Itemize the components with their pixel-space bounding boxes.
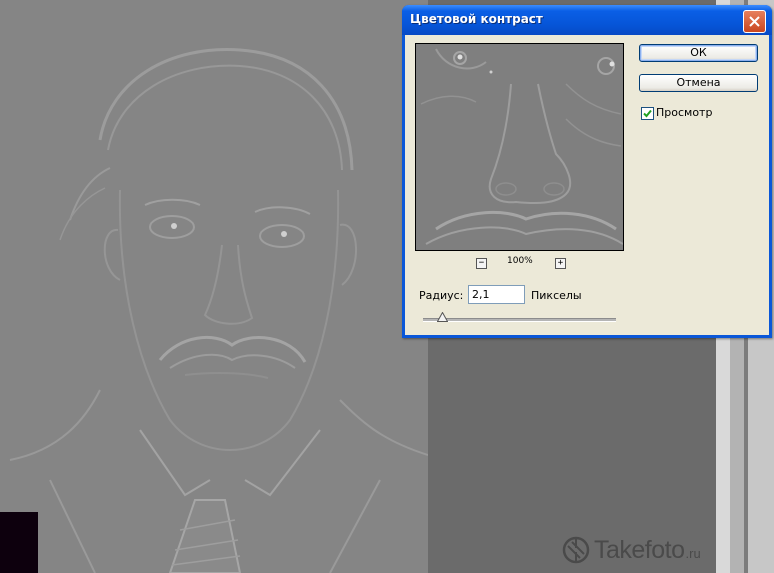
close-button[interactable] xyxy=(743,10,766,33)
cancel-button[interactable]: Отмена xyxy=(639,74,758,92)
dialog-title: Цветовой контраст xyxy=(410,12,543,26)
filter-preview-window[interactable] xyxy=(415,43,624,251)
preview-checkbox-label[interactable]: Просмотр xyxy=(656,106,712,119)
zoom-out-button[interactable]: − xyxy=(476,258,487,269)
dark-corner-region xyxy=(0,512,38,573)
radius-slider-thumb[interactable] xyxy=(436,312,448,322)
radius-unit-label: Пикселы xyxy=(531,289,582,302)
zoom-level: 100% xyxy=(507,256,533,266)
radius-slider-track[interactable] xyxy=(423,318,616,322)
color-contrast-dialog: Цветовой контраст − 100% + ОК Отмена Про… xyxy=(402,5,772,338)
radius-label: Радиус: xyxy=(419,289,464,302)
dialog-body: − 100% + ОК Отмена Просмотр Радиус: 2,1 … xyxy=(405,35,769,335)
dialog-title-bar[interactable]: Цветовой контраст xyxy=(402,5,772,35)
close-icon xyxy=(749,16,760,27)
zoom-controls: − 100% + xyxy=(415,256,624,270)
watermark: Takefoto .ru xyxy=(562,532,701,568)
watermark-suffix: .ru xyxy=(685,545,701,561)
plus-icon: + xyxy=(557,258,564,268)
checkmark-icon xyxy=(643,109,652,118)
preview-checkbox[interactable] xyxy=(641,107,654,120)
ok-button[interactable]: ОК xyxy=(639,44,758,62)
zoom-in-button[interactable]: + xyxy=(555,258,566,269)
highpass-portrait-image xyxy=(0,0,428,573)
document-canvas xyxy=(0,0,428,573)
takefoto-logo-icon xyxy=(562,536,590,564)
preview-image xyxy=(416,44,623,250)
radius-input[interactable]: 2,1 xyxy=(468,285,525,304)
watermark-text: Takefoto xyxy=(594,535,685,564)
minus-icon: − xyxy=(478,258,485,268)
